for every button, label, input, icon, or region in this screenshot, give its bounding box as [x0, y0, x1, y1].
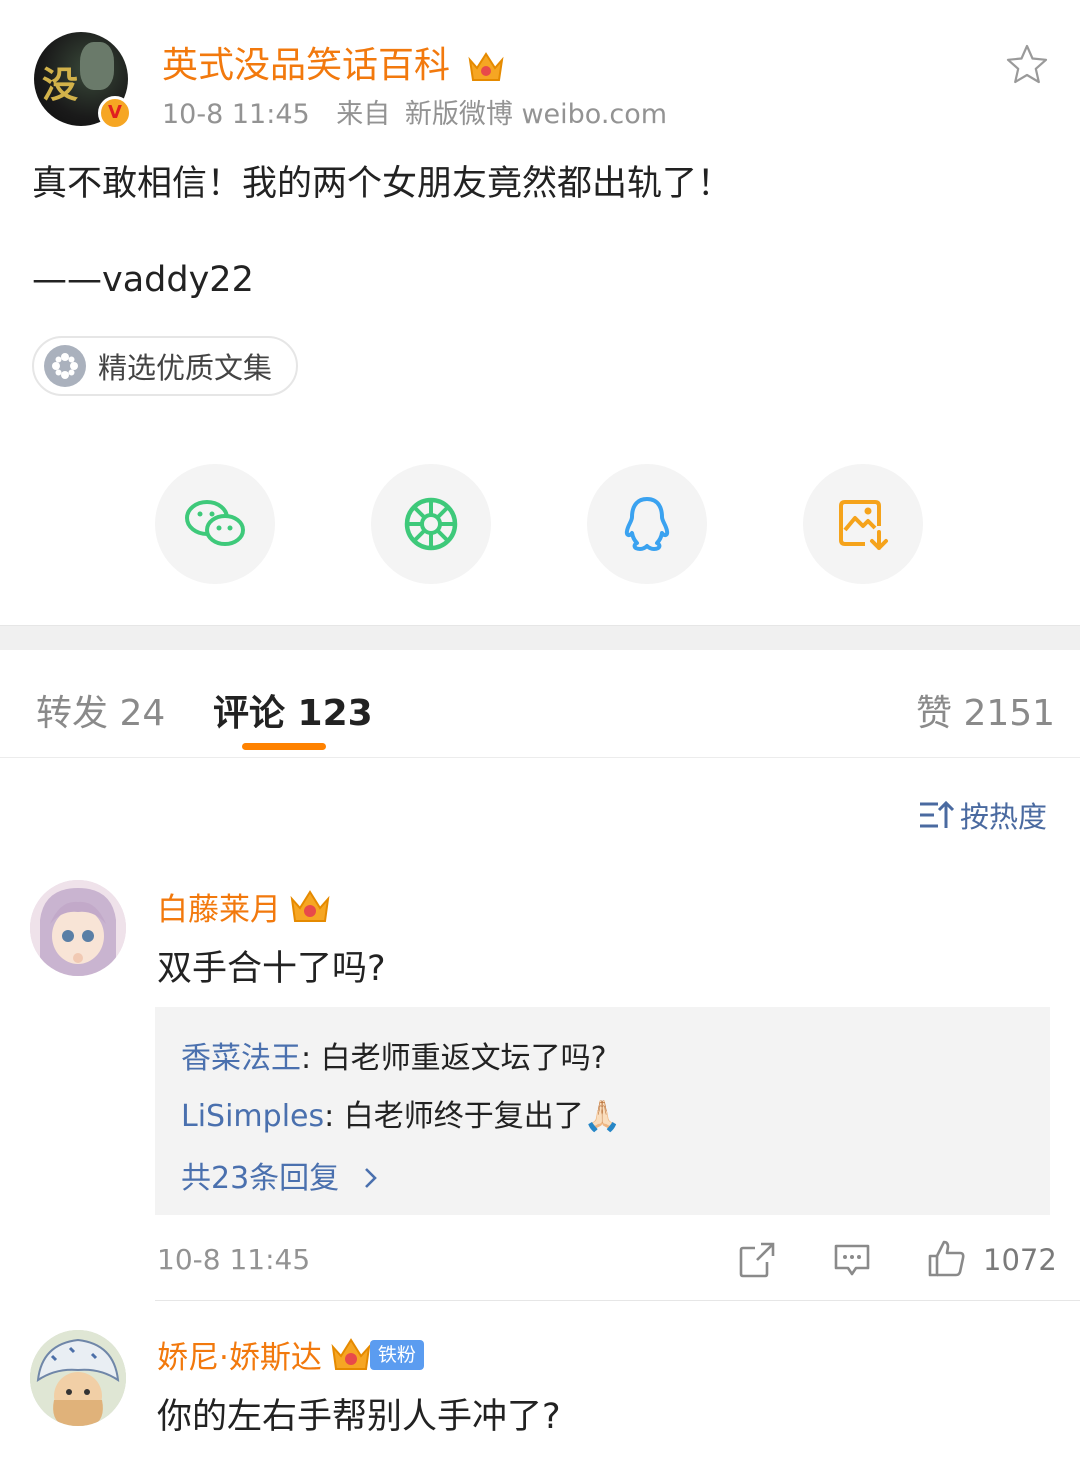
view-all-replies-label: 共23条回复: [181, 1161, 340, 1196]
reply-author[interactable]: LiSimples: [181, 1099, 324, 1134]
repost-comment-icon[interactable]: [737, 1240, 777, 1280]
author-name-text[interactable]: 英式没品笑话百科: [162, 45, 450, 86]
like-icon[interactable]: [926, 1238, 966, 1278]
topic-tag[interactable]: 精选优质文集: [32, 336, 299, 396]
tabs-divider: [0, 757, 1080, 758]
commenter-avatar[interactable]: [30, 1330, 126, 1426]
share-wechat-button[interactable]: [155, 464, 275, 584]
reply-text: 白老师终于复出了🙏🏻: [343, 1099, 622, 1134]
fan-badge: 铁粉: [369, 1339, 424, 1370]
commenter-avatar[interactable]: [30, 880, 126, 976]
like-count: 1072: [983, 1243, 1057, 1277]
comment-text: 你的左右手帮别人手冲了?: [157, 1397, 561, 1437]
crown-icon: [468, 52, 504, 81]
sort-toggle[interactable]: 按热度: [918, 794, 1047, 836]
wechat-icon: [185, 500, 245, 546]
commenter-name[interactable]: 娇尼·娇斯达 铁粉: [157, 1332, 424, 1377]
commenter-name-text[interactable]: 娇尼·娇斯达: [157, 1332, 322, 1377]
topic-tag-label: 精选优质文集: [98, 351, 273, 385]
reply-separator: :: [301, 1041, 321, 1076]
reply-author[interactable]: 香菜法王: [181, 1041, 301, 1076]
reply-preview-box[interactable]: 香菜法王: 白老师重返文坛了吗? LiSimples: 白老师终于复出了🙏🏻 共…: [155, 1007, 1050, 1215]
reply-item[interactable]: LiSimples: 白老师终于复出了🙏🏻: [181, 1091, 621, 1135]
verified-badge: V: [98, 96, 132, 130]
commenter-name[interactable]: 白藤莱月: [157, 884, 331, 929]
post-content: 真不敢相信！我的两个女朋友竟然都出轨了！: [32, 164, 733, 204]
qq-icon: [624, 497, 670, 551]
reply-comment-icon[interactable]: [832, 1240, 872, 1280]
view-all-replies-link[interactable]: 共23条回复: [181, 1153, 381, 1197]
share-qq-button[interactable]: [587, 464, 707, 584]
collection-icon: [44, 345, 86, 387]
post-source[interactable]: 新版微博 weibo.com: [405, 99, 667, 130]
anime-girl-avatar-icon: [30, 880, 126, 976]
comment-time: 10-8 11:45: [157, 1243, 311, 1276]
crown-icon: [331, 1337, 371, 1370]
active-tab-indicator: [242, 743, 326, 750]
tab-likes[interactable]: 赞 2151: [916, 684, 1055, 736]
avatar-figure: [80, 42, 114, 90]
tab-comments[interactable]: 评论 123: [213, 684, 373, 736]
author-name[interactable]: 英式没品笑话百科: [162, 36, 505, 88]
section-divider: [0, 625, 1080, 650]
reply-text: 白老师重返文坛了吗?: [320, 1041, 607, 1076]
comment-divider: [155, 1300, 1080, 1301]
chevron-right-icon: [364, 1168, 377, 1188]
moments-icon: [404, 497, 458, 551]
post-source-prefix: 来自: [336, 99, 391, 130]
save-image-icon: [839, 500, 888, 550]
post-time: 10-8 11:45: [162, 99, 310, 130]
sort-label: 按热度: [960, 800, 1048, 834]
share-moments-button[interactable]: [371, 464, 491, 584]
post-meta: 10-8 11:45 来自 新版微博 weibo.com: [162, 92, 667, 131]
cartoon-character-avatar-icon: [30, 1330, 126, 1426]
favorite-star-icon[interactable]: [1004, 42, 1050, 88]
crown-icon: [290, 889, 330, 922]
save-image-button[interactable]: [803, 464, 923, 584]
avatar-logo-text: 没: [42, 65, 78, 106]
sort-icon: [920, 800, 954, 828]
comment-text: 双手合十了吗?: [157, 949, 386, 989]
post-signature: ——vaddy22: [32, 260, 254, 300]
reply-item[interactable]: 香菜法王: 白老师重返文坛了吗?: [181, 1033, 607, 1077]
reply-separator: :: [324, 1099, 344, 1134]
tab-repost[interactable]: 转发 24: [36, 684, 165, 736]
commenter-name-text[interactable]: 白藤莱月: [157, 884, 281, 929]
